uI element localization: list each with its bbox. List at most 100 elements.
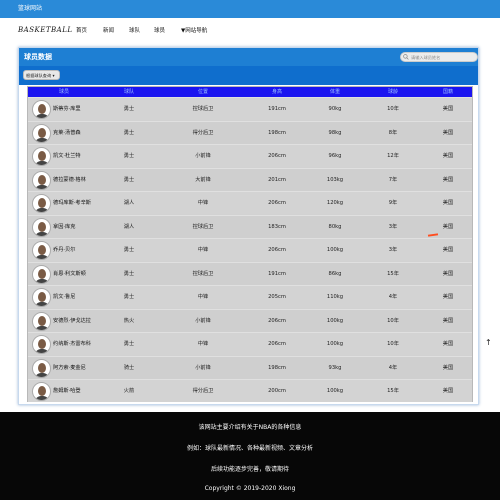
table-cell: 美国 [442, 341, 454, 347]
table-cell: 小前锋 [195, 153, 211, 159]
table-row[interactable]: 凯文·鲁尼 勇士 中锋 205cm 110kg 4年 美国 [28, 285, 472, 308]
table-row[interactable]: 安德烈·伊戈达拉 热火 小前锋 206cm 100kg 10年 美国 [28, 308, 472, 333]
table-cell: 3年 [388, 247, 398, 253]
player-name[interactable]: 阿方索·麦金尼 [53, 357, 86, 380]
nav-site-menu[interactable]: ▼网站导航 [181, 26, 207, 34]
table-cell: 10年 [387, 106, 399, 112]
table-cell: 勇士 [123, 341, 135, 347]
nav-news[interactable]: 新闻 [103, 26, 114, 34]
nav-home[interactable]: 首页 [76, 26, 87, 34]
footer-line-2: 例如：球队最新情况、各种最新视频、文章分析 [186, 445, 313, 452]
table-cell: 3年 [388, 223, 398, 230]
table-cell: 美国 [442, 270, 454, 277]
table-row[interactable]: 凯文·杜兰特 勇士 小前锋 206cm 96kg 12年 美国 [28, 144, 472, 167]
player-avatar [32, 147, 51, 166]
site-logo[interactable]: BASKETBALL [18, 26, 73, 34]
table-row[interactable]: 克莱·汤普森 勇士 得分后卫 198cm 98kg 8年 美国 [28, 120, 472, 145]
search-placeholder: 请输入球员姓名 [411, 55, 441, 60]
player-avatar [32, 358, 51, 378]
back-to-top-icon[interactable]: ↑ [485, 338, 495, 348]
player-name[interactable]: 乔丹·贝尔 [53, 239, 75, 262]
table-cell: 86kg [328, 270, 342, 277]
player-name[interactable]: 安德烈·伊戈达拉 [53, 310, 91, 333]
player-name[interactable]: 拿因·库克 [53, 216, 75, 239]
player-name[interactable]: 约纳斯·杰雷布科 [53, 333, 91, 356]
table-cell: 美国 [442, 317, 454, 324]
panel-title: 球员数据 [24, 53, 52, 61]
player-name[interactable]: 德拉蒙德·格林 [53, 169, 86, 192]
player-name[interactable]: 凯文·鲁尼 [53, 286, 75, 309]
table-cell: 10年 [387, 317, 399, 324]
table-cell: 8年 [388, 129, 398, 136]
player-name[interactable]: 詹姆斯·哈登 [53, 380, 81, 403]
table-cell: 198cm [268, 364, 286, 371]
table-cell: 80kg [328, 223, 342, 230]
table-row[interactable]: 乔丹·贝尔 勇士 中锋 206cm 100kg 3年 美国 [28, 238, 472, 261]
table-cell: 100kg [326, 388, 344, 394]
table-header: 球员 球队 位置 身高 体重 球龄 国籍 [28, 87, 472, 97]
table-cell: 控球后卫 [192, 106, 214, 112]
table-cell: 205cm [268, 294, 286, 300]
footer-copyright: Copyright © 2019-2020 Xiong [204, 485, 296, 492]
table-cell: 勇士 [123, 153, 135, 159]
table-cell: 206cm [268, 341, 286, 347]
player-search-input[interactable]: 请输入球员姓名 [400, 52, 478, 62]
player-name[interactable]: 斯蒂芬·库里 [53, 98, 81, 121]
table-cell: 中锋 [197, 294, 209, 300]
table-cell: 大前锋 [195, 176, 211, 183]
table-cell: 勇士 [123, 294, 135, 300]
player-avatar [32, 241, 51, 260]
team-filter-select[interactable]: 根据球队查询 ▾ [23, 70, 60, 80]
table-cell: 湖人 [123, 200, 135, 206]
table-cell: 100kg [326, 341, 344, 347]
table-row[interactable]: 阿方索·麦金尼 骑士 小前锋 198cm 93kg 4年 美国 [28, 355, 472, 380]
table-row[interactable]: 德拉蒙德·格林 勇士 大前锋 201cm 103kg 7年 美国 [28, 167, 472, 192]
player-avatar [32, 217, 51, 237]
nav-teams[interactable]: 球队 [129, 26, 140, 34]
table-cell: 4年 [388, 364, 398, 371]
nav-players[interactable]: 球员 [154, 26, 165, 34]
table-cell: 183cm [268, 223, 286, 230]
table-row[interactable]: 斯蒂芬·库里 勇士 控球后卫 191cm 90kg 10年 美国 [28, 97, 472, 120]
player-name[interactable]: 克莱·汤普森 [53, 122, 81, 145]
table-cell: 勇士 [123, 129, 135, 136]
player-avatar [32, 123, 51, 143]
player-name[interactable]: 凯文·杜兰特 [53, 145, 81, 168]
table-row[interactable]: 詹姆斯·哈登 火箭 得分后卫 200cm 100kg 15年 美国 [28, 379, 472, 402]
table-cell: 火箭 [123, 388, 135, 394]
header-experience: 球龄 [387, 89, 398, 95]
site-title: 篮球网站 [18, 5, 43, 12]
table-cell: 美国 [442, 294, 454, 300]
header-team: 球队 [123, 89, 134, 95]
table-cell: 控球后卫 [192, 270, 214, 277]
table-row[interactable]: 德玛库斯·考辛斯 湖人 中锋 206cm 120kg 9年 美国 [28, 191, 472, 214]
table-cell: 勇士 [123, 176, 135, 183]
table-cell: 小前锋 [195, 317, 211, 324]
table-cell: 120kg [326, 200, 344, 206]
player-table: 球员 球队 位置 身高 体重 球龄 国籍 斯蒂芬·库里 勇士 控球后卫 191cm 90… [27, 86, 473, 402]
player-name[interactable]: 肖恩·利文斯顿 [53, 263, 86, 286]
table-cell: 201cm [268, 176, 286, 183]
table-cell: 4年 [388, 294, 398, 300]
player-avatar [32, 194, 51, 213]
table-cell: 206cm [268, 317, 286, 324]
player-name[interactable]: 德玛库斯·考辛斯 [53, 192, 91, 215]
navigation-bar: BASKETBALL 首页 新闻 球队 球员 ▼网站导航 [0, 18, 500, 44]
table-row[interactable]: 约纳斯·杰雷布科 勇士 中锋 206cm 100kg 10年 美国 [28, 332, 472, 355]
table-cell: 美国 [442, 106, 454, 112]
header-weight: 体重 [329, 89, 340, 95]
table-cell: 12年 [387, 153, 399, 159]
table-cell: 206cm [268, 153, 286, 159]
table-cell: 勇士 [123, 270, 135, 277]
table-cell: 中锋 [197, 200, 209, 206]
table-cell: 206cm [268, 247, 286, 253]
table-cell: 100kg [326, 317, 344, 324]
table-cell: 得分后卫 [192, 129, 214, 136]
table-cell: 191cm [268, 270, 286, 277]
table-cell: 美国 [442, 364, 454, 371]
table-row[interactable]: 拿因·库克 湖人 控球后卫 183cm 80kg 3年 美国 [28, 214, 472, 239]
header-player: 球员 [58, 89, 69, 95]
table-row[interactable]: 肖恩·利文斯顿 勇士 控球后卫 191cm 86kg 15年 美国 [28, 261, 472, 286]
player-avatar [32, 100, 51, 119]
table-cell: 勇士 [123, 106, 135, 112]
